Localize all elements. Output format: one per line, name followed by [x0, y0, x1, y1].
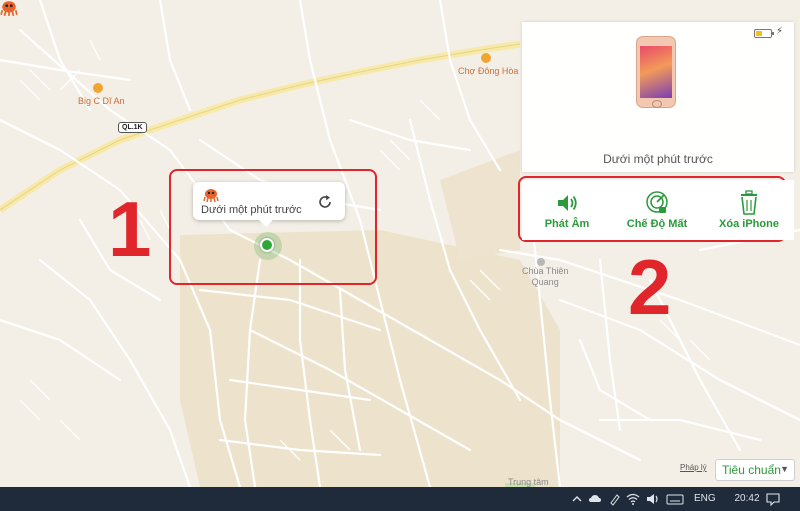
- poi-label-cho-dong-hoa[interactable]: Chợ Đông Hòa: [458, 66, 518, 76]
- annotation-number-1: 1: [108, 185, 152, 273]
- play-sound-label: Phát Âm: [544, 218, 590, 230]
- charging-icon: ⚡: [776, 26, 784, 37]
- device-actions-bar: Phát Âm Chế Độ Mất Xóa iPhone: [522, 180, 794, 240]
- taskbar: ENG 20:42: [0, 487, 800, 511]
- urban-area-north: [440, 150, 520, 260]
- battery-indicator: [754, 29, 774, 38]
- keyboard-icon[interactable]: [666, 492, 684, 506]
- battery-fill: [756, 31, 762, 36]
- annotation-box-1: [169, 169, 377, 285]
- screen: Big C Dĩ An Chợ Đông Hòa Chùa Thiên Quan…: [0, 0, 800, 511]
- poi-label-chua-line1: Chùa Thiên: [522, 266, 569, 276]
- annotation-number-2: 2: [628, 243, 672, 331]
- octopus-emoji-icon: [0, 1, 18, 16]
- panel-status-text: Dưới một phút trước: [603, 152, 713, 166]
- lost-mode-button[interactable]: Chế Độ Mất: [612, 180, 702, 240]
- pen-workspace-icon[interactable]: [608, 492, 622, 506]
- poi-label-chua-line2: Quang: [531, 277, 559, 287]
- road-shield: QL.1K: [118, 122, 147, 133]
- poi-label-trung-tam[interactable]: Trung tâm: [508, 477, 549, 487]
- wifi-icon[interactable]: [626, 492, 640, 506]
- input-language[interactable]: ENG: [694, 487, 716, 511]
- onedrive-cloud-icon[interactable]: [588, 492, 602, 506]
- poi-label-chua-thien-quang[interactable]: Chùa Thiên Quang: [522, 266, 568, 288]
- trash-icon: [741, 190, 757, 215]
- erase-iphone-label: Xóa iPhone: [719, 218, 779, 230]
- poi-marker-chua: [537, 258, 545, 266]
- erase-iphone-button[interactable]: Xóa iPhone: [704, 180, 794, 240]
- map-view[interactable]: Big C Dĩ An Chợ Đông Hòa Chùa Thiên Quan…: [0, 0, 800, 487]
- legal-link[interactable]: Pháp lý: [680, 463, 707, 472]
- speaker-icon: [558, 195, 577, 211]
- poi-label-big-c[interactable]: Big C Dĩ An: [78, 96, 125, 106]
- clock-time[interactable]: 20:42: [725, 487, 769, 511]
- map-type-select[interactable]: Tiêu chuẩn ▼: [715, 459, 795, 481]
- lost-mode-icon: [646, 191, 668, 213]
- poi-marker-big-c: [93, 83, 103, 93]
- iphone-image: [636, 36, 676, 108]
- play-sound-button[interactable]: Phát Âm: [522, 180, 612, 240]
- poi-marker-cho-dong-hoa: [481, 53, 491, 63]
- lost-mode-label: Chế Độ Mất: [626, 218, 688, 230]
- chevron-up-icon[interactable]: [570, 492, 584, 506]
- volume-icon[interactable]: [646, 492, 660, 506]
- chevron-down-icon: ▼: [780, 464, 789, 474]
- notifications-icon[interactable]: [766, 492, 780, 506]
- map-type-value: Tiêu chuẩn: [722, 463, 781, 477]
